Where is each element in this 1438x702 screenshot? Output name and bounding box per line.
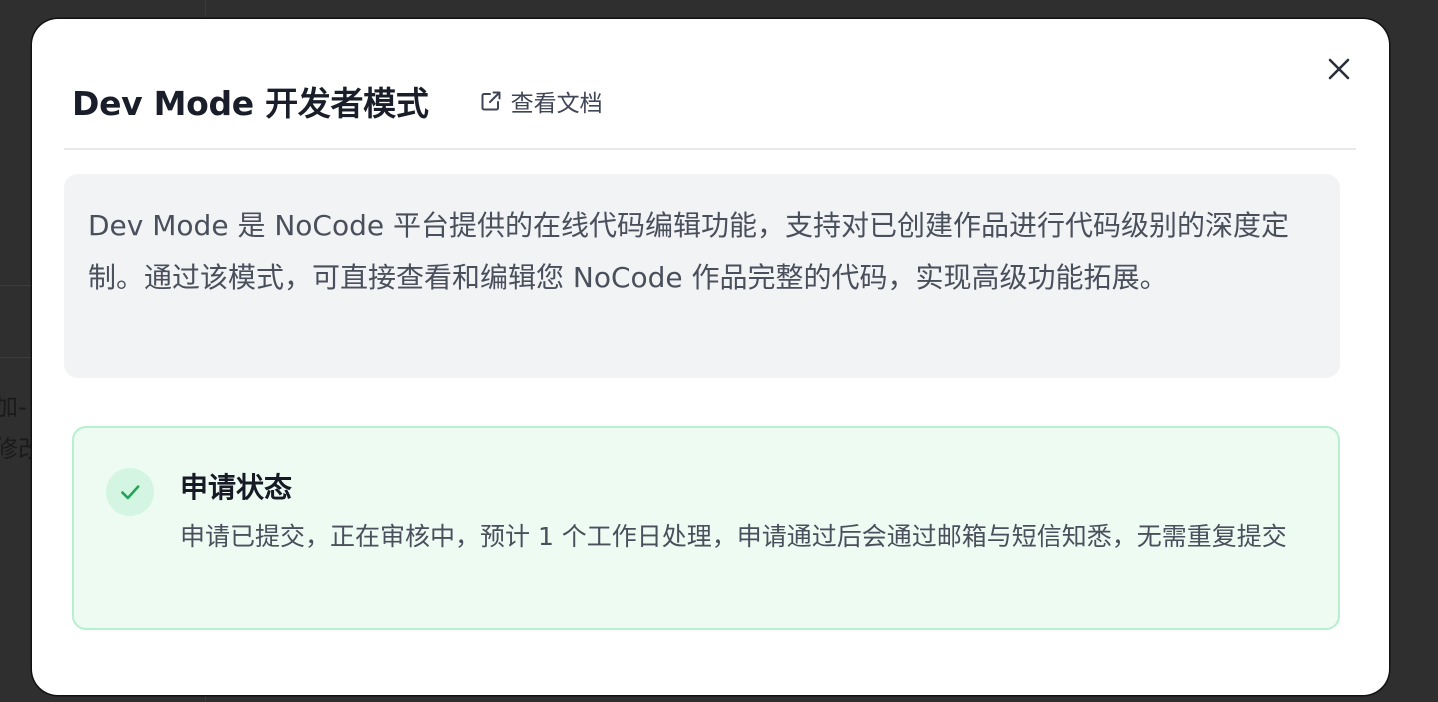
dialog-header: Dev Mode 开发者模式 查看文档 [72, 79, 603, 123]
dev-mode-dialog: Dev Mode 开发者模式 查看文档 Dev Mode 是 NoCode 平台… [32, 19, 1389, 695]
external-link-icon [481, 91, 501, 111]
close-icon [1328, 58, 1350, 80]
check-icon [121, 485, 140, 500]
close-button[interactable] [1325, 55, 1353, 83]
view-docs-link[interactable]: 查看文档 [479, 84, 603, 118]
intro-description: Dev Mode 是 NoCode 平台提供的在线代码编辑功能，支持对已创建作品… [64, 174, 1340, 378]
status-title: 申请状态 [180, 471, 293, 504]
header-divider [64, 148, 1356, 150]
view-docs-label: 查看文档 [510, 91, 603, 117]
application-status-card: 申请状态 申请已提交，正在审核中，预计 1 个工作日处理，申请通过后会通过邮箱与… [72, 426, 1340, 630]
background-text: 加- [0, 393, 27, 421]
status-description: 申请已提交，正在审核中，预计 1 个工作日处理，申请通过后会通过邮箱与短信知悉，… [180, 522, 1287, 551]
dialog-title: Dev Mode 开发者模式 [72, 84, 429, 123]
status-check-badge [106, 468, 154, 516]
